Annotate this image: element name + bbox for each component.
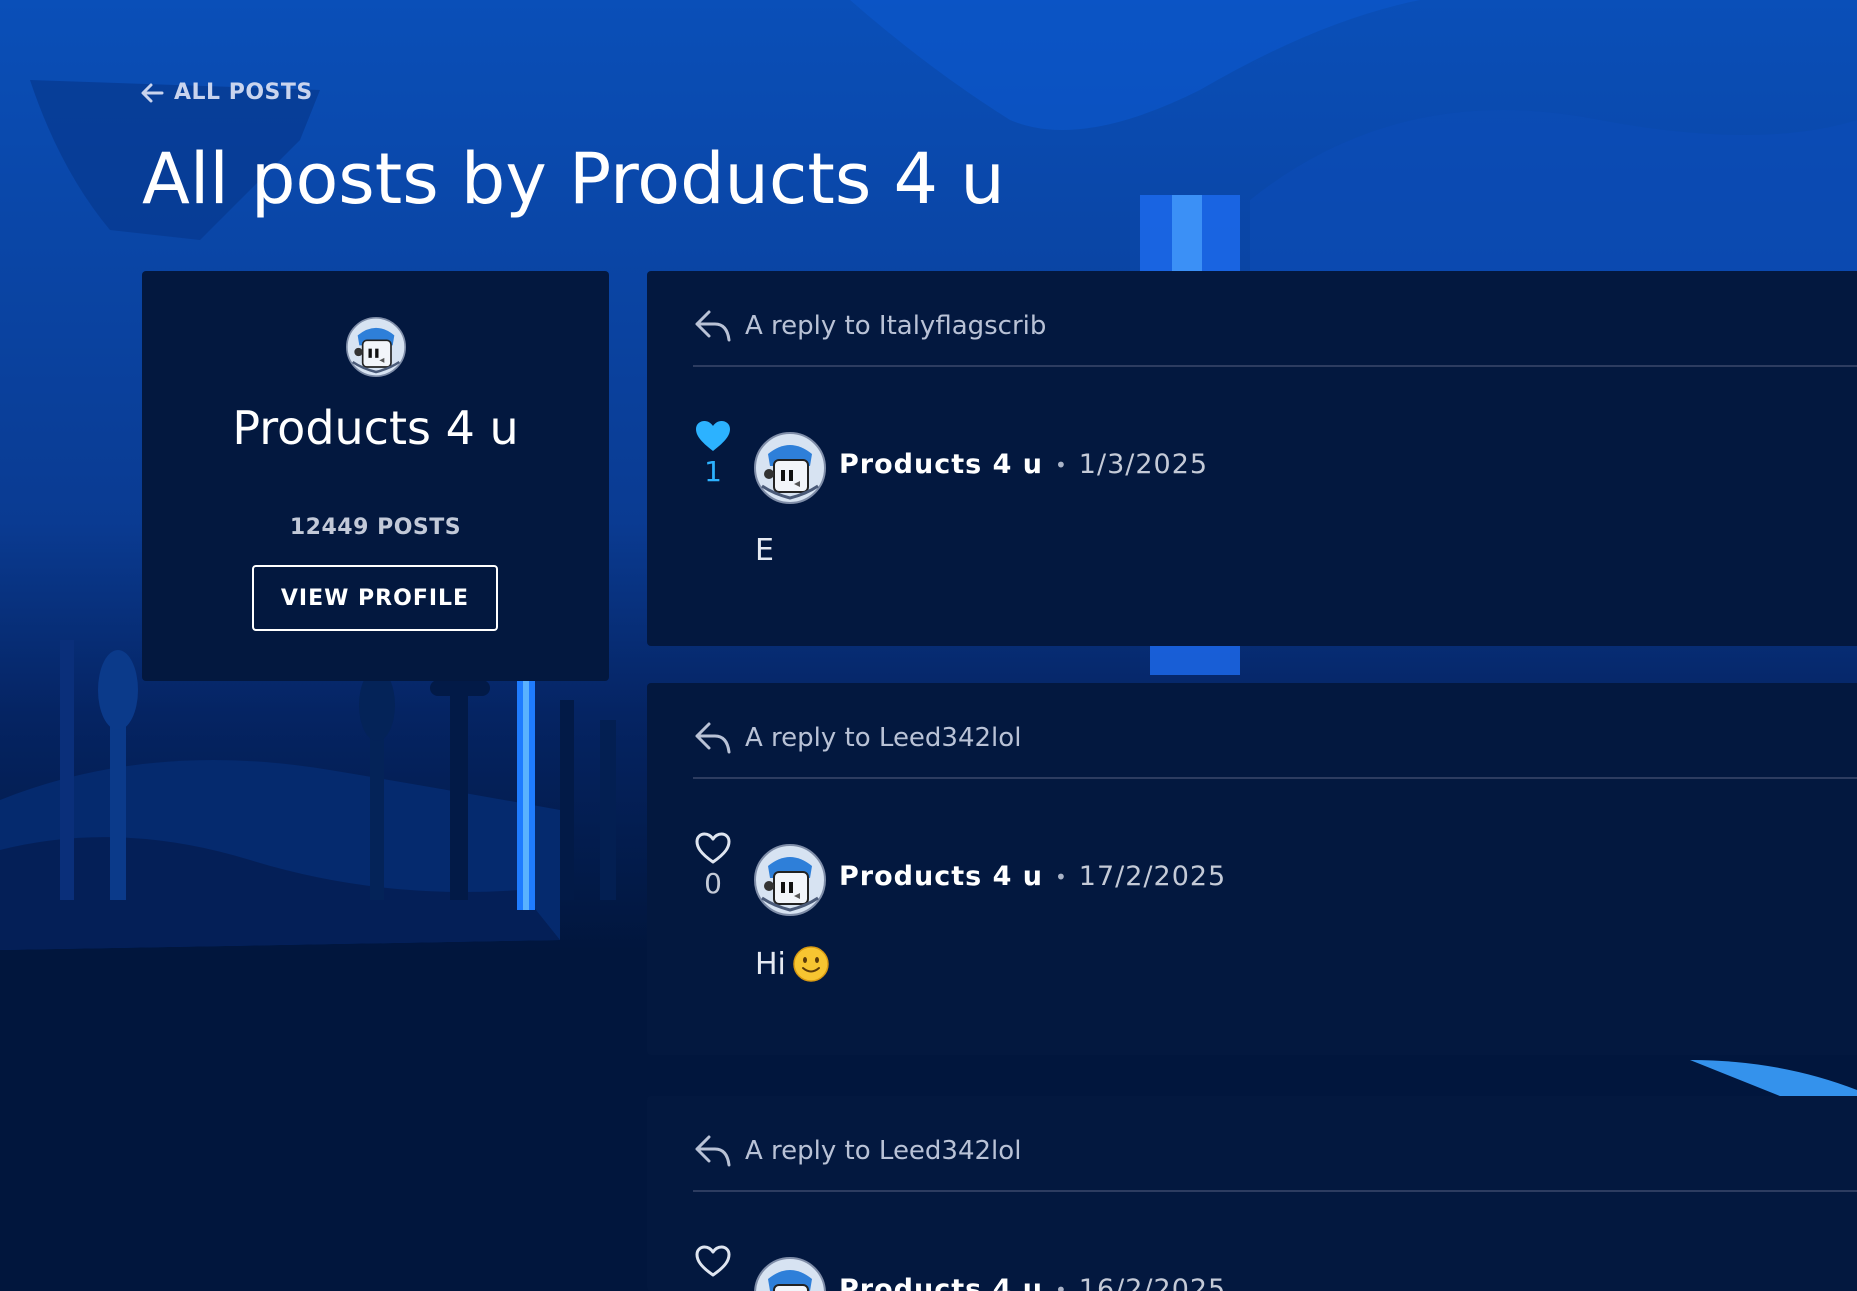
post-text: Hi [755,946,786,982]
author-line: Products 4 u • 17/2/2025 [839,861,1226,892]
post-date: 17/2/2025 [1078,861,1227,892]
post-text: E [755,533,774,568]
post-date: 16/2/2025 [1078,1274,1227,1291]
author-name[interactable]: Products 4 u [839,1274,1043,1291]
view-profile-button[interactable]: VIEW PROFILE [252,565,498,631]
separator-dot: • [1055,452,1067,477]
post-card: A reply to Italyflagscrib 1 Products 4 u… [647,271,1857,646]
separator-dot: • [1055,1277,1067,1291]
smiling-face-emoji-icon [793,946,829,982]
reply-to-label: A reply to Leed342lol [745,723,1022,753]
author-line: Products 4 u • 1/3/2025 [839,449,1208,480]
all-posts-link[interactable]: ALL POSTS [140,80,313,105]
reply-arrow-icon [695,722,731,754]
avatar[interactable] [754,1257,826,1291]
divider [693,1190,1857,1192]
profile-card: Products 4 u 12449 POSTS VIEW PROFILE [142,271,609,681]
author-line: Products 4 u • 16/2/2025 [839,1274,1226,1291]
reply-header[interactable]: A reply to Leed342lol [693,713,1021,763]
like-control[interactable]: 0 [691,831,735,900]
post-count: 12449 POSTS [289,515,462,540]
like-count: 1 [704,455,722,488]
heart-outline-icon[interactable] [694,831,732,865]
reply-header[interactable]: A reply to Leed342lol [693,1126,1021,1176]
like-count: 0 [704,867,722,900]
all-posts-label: ALL POSTS [174,80,313,105]
reply-arrow-icon [695,1135,731,1167]
heart-filled-icon[interactable] [694,419,732,453]
like-control[interactable]: 1 [691,419,735,488]
post-card: A reply to Leed342lol 0 Products 4 u • 1… [647,683,1857,1055]
arrow-left-icon [141,83,164,102]
heart-outline-icon[interactable] [694,1244,732,1278]
divider [693,365,1857,367]
post-body: Hi [755,945,830,983]
post-body: E [755,533,774,568]
profile-name: Products 4 u [232,401,519,455]
post-card: A reply to Leed342lol Products 4 u • 16/… [647,1096,1857,1291]
divider [693,777,1857,779]
reply-header[interactable]: A reply to Italyflagscrib [693,301,1046,351]
post-date: 1/3/2025 [1078,449,1209,480]
page-title: All posts by Products 4 u [142,138,1005,220]
author-name[interactable]: Products 4 u [839,449,1043,480]
avatar[interactable] [346,317,406,377]
page: ALL POSTS All posts by Products 4 u Prod… [0,0,1857,1291]
separator-dot: • [1055,864,1067,889]
like-control[interactable] [691,1244,735,1278]
avatar[interactable] [754,844,826,916]
avatar[interactable] [754,432,826,504]
reply-arrow-icon [695,310,731,342]
reply-to-label: A reply to Leed342lol [745,1136,1022,1166]
author-name[interactable]: Products 4 u [839,861,1043,892]
reply-to-label: A reply to Italyflagscrib [745,311,1047,341]
